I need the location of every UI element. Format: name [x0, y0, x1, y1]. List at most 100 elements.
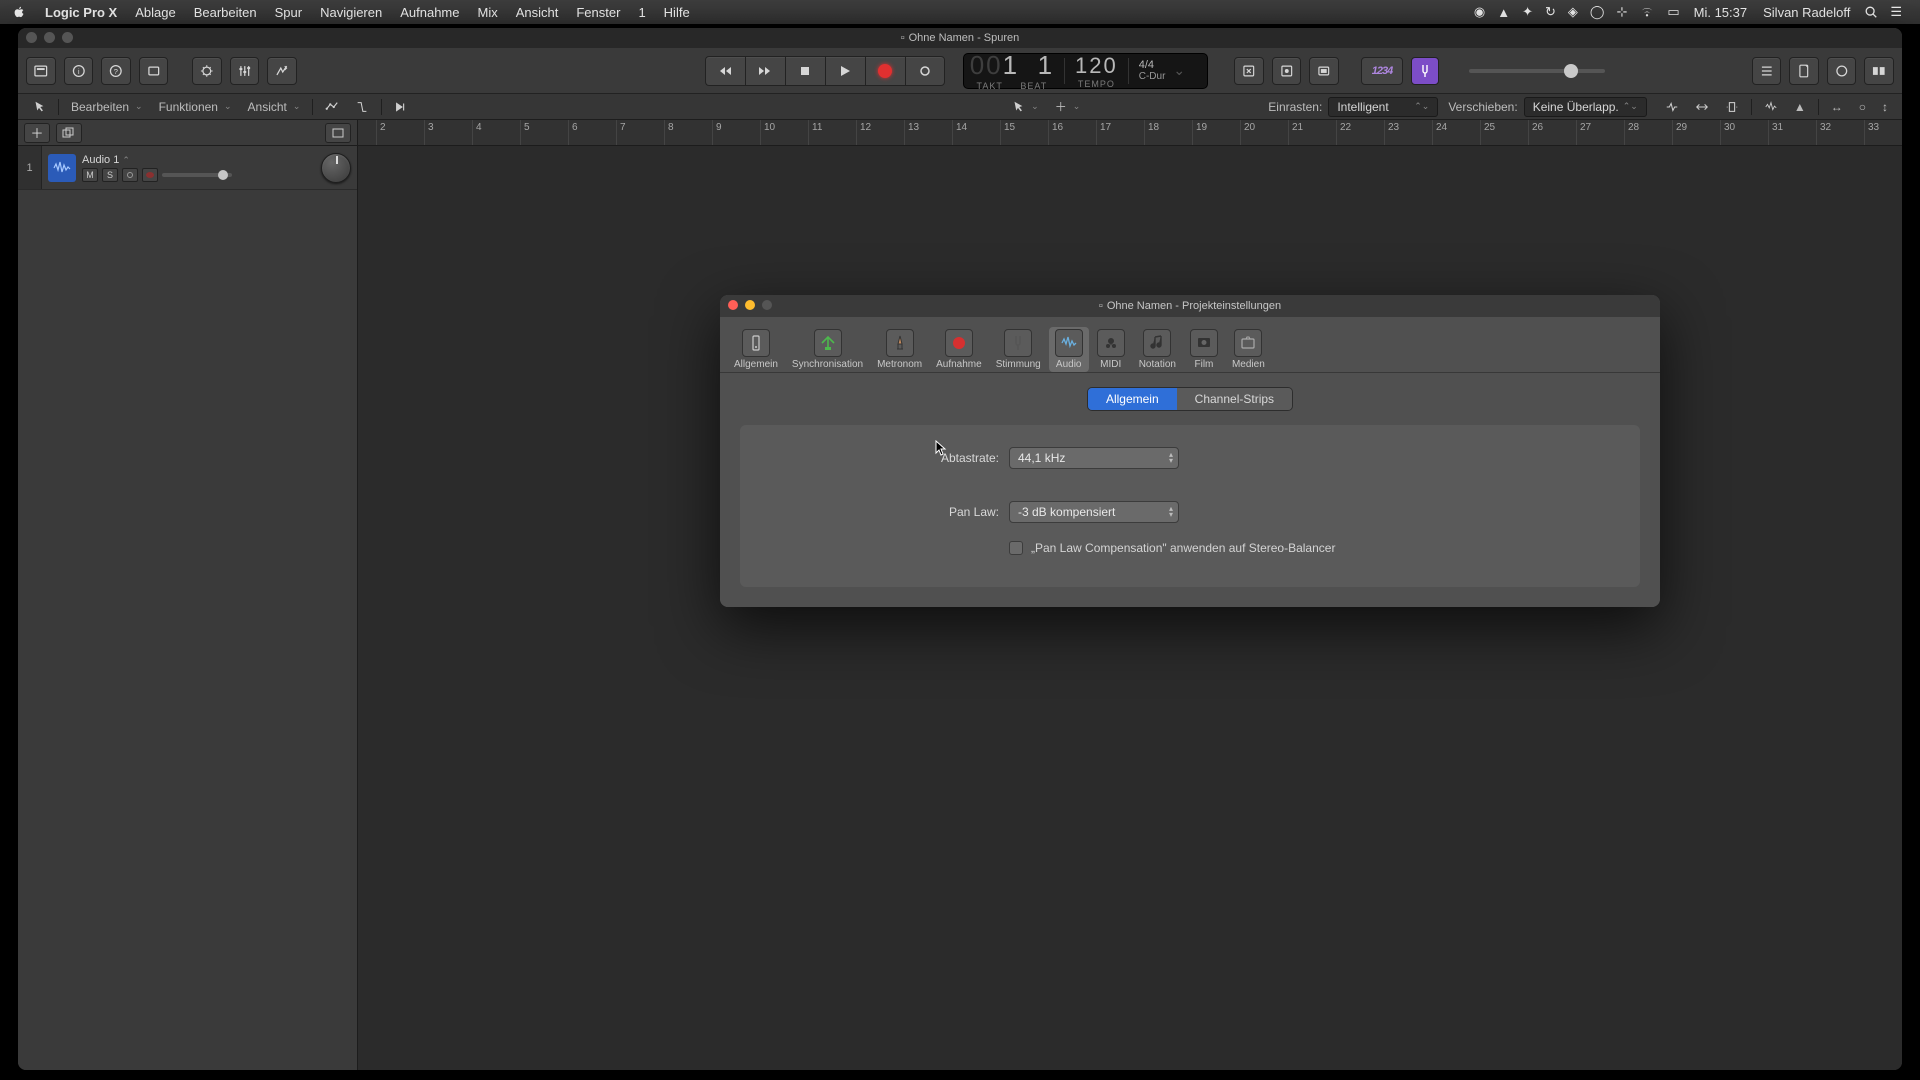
settings-tab-allgemein[interactable]: Allgemein: [728, 327, 784, 372]
bar-marker[interactable]: 7: [616, 120, 626, 145]
zoom-in-h-icon[interactable]: ↕: [1874, 97, 1896, 117]
track-number[interactable]: 1: [18, 146, 42, 189]
bar-marker[interactable]: 33: [1864, 120, 1879, 145]
menu-fenster[interactable]: Fenster: [567, 5, 629, 20]
record-enable-button[interactable]: [142, 168, 158, 182]
seg-channel-strips[interactable]: Channel-Strips: [1177, 388, 1292, 410]
bar-marker[interactable]: 25: [1480, 120, 1495, 145]
status-icon[interactable]: ◉: [1468, 4, 1491, 20]
track-type-icon[interactable]: [48, 154, 76, 182]
bar-marker[interactable]: 10: [760, 120, 775, 145]
bar-marker[interactable]: 18: [1144, 120, 1159, 145]
bar-marker[interactable]: 28: [1624, 120, 1639, 145]
status-icon[interactable]: ▲: [1491, 5, 1516, 20]
settings-tab-audio[interactable]: Audio: [1049, 327, 1089, 372]
toolbar-button[interactable]: [139, 57, 169, 85]
forward-button[interactable]: [745, 56, 785, 86]
bar-marker[interactable]: 14: [952, 120, 967, 145]
bar-marker[interactable]: 17: [1096, 120, 1111, 145]
vzoom-icon[interactable]: ▲: [1786, 97, 1814, 117]
menu-spur[interactable]: Spur: [266, 5, 311, 20]
modal-close-icon[interactable]: [728, 300, 738, 310]
pan-compensation-checkbox[interactable]: [1009, 541, 1023, 555]
automation-icon[interactable]: [317, 97, 347, 117]
zoom-horiz-icon[interactable]: [1687, 97, 1717, 117]
dropbox-icon[interactable]: ✦: [1516, 4, 1539, 20]
pan-knob[interactable]: [321, 153, 351, 183]
bar-marker[interactable]: 19: [1192, 120, 1207, 145]
bar-marker[interactable]: 22: [1336, 120, 1351, 145]
display-icon[interactable]: ▭: [1661, 4, 1685, 20]
list-editors-button[interactable]: [1752, 57, 1782, 85]
close-icon[interactable]: [26, 32, 37, 43]
tuning-fork-button[interactable]: [1411, 57, 1438, 85]
functions-menu[interactable]: Funktionen⌄: [151, 97, 240, 117]
chevron-icon[interactable]: ⌃: [122, 155, 130, 165]
menu-bearbeiten[interactable]: Bearbeiten: [185, 5, 266, 20]
bar-ruler[interactable]: 2345678910111213141516171819202122232425…: [358, 120, 1902, 146]
bar-marker[interactable]: 2: [376, 120, 386, 145]
bar-marker[interactable]: 3: [424, 120, 434, 145]
editors-button[interactable]: [267, 57, 297, 85]
menu-mix[interactable]: Mix: [469, 5, 507, 20]
bar-marker[interactable]: 24: [1432, 120, 1447, 145]
mute-button[interactable]: M: [82, 168, 98, 182]
bar-marker[interactable]: 8: [664, 120, 674, 145]
minimize-icon[interactable]: [44, 32, 55, 43]
bar-marker[interactable]: 4: [472, 120, 482, 145]
scrub-icon[interactable]: [1657, 97, 1687, 117]
apple-menu-icon[interactable]: [12, 5, 26, 19]
view-menu[interactable]: Ansicht⌄: [240, 97, 309, 117]
record-button[interactable]: [865, 56, 905, 86]
menu-navigieren[interactable]: Navigieren: [311, 5, 391, 20]
cycle-button[interactable]: [905, 56, 945, 86]
traffic-lights[interactable]: [26, 32, 73, 43]
status-icon[interactable]: ◯: [1584, 4, 1611, 20]
menu-icon[interactable]: ☰: [1884, 4, 1908, 20]
browsers-button[interactable]: [1864, 57, 1894, 85]
menu-ansicht[interactable]: Ansicht: [507, 5, 568, 20]
autopunch-button[interactable]: [1309, 57, 1339, 85]
bar-marker[interactable]: 30: [1720, 120, 1735, 145]
quickhelp-button[interactable]: ?: [101, 57, 131, 85]
beats-value[interactable]: 1: [1038, 50, 1054, 81]
settings-tab-notation[interactable]: Notation: [1133, 327, 1182, 372]
waveform-zoom-icon[interactable]: [1756, 97, 1786, 117]
tempo-value[interactable]: 120: [1075, 53, 1118, 79]
bar-marker[interactable]: 29: [1672, 120, 1687, 145]
bar-marker[interactable]: 11: [808, 120, 822, 145]
notepad-button[interactable]: [1789, 57, 1819, 85]
lcd-chevron-icon[interactable]: ⌄: [1171, 62, 1187, 79]
bar-marker[interactable]: 6: [568, 120, 578, 145]
drag-select[interactable]: Keine Überlapp.⌃⌄: [1524, 97, 1647, 117]
mixer-button[interactable]: [230, 57, 260, 85]
rewind-button[interactable]: [705, 56, 745, 86]
wifi-icon[interactable]: [1633, 6, 1661, 18]
duplicate-track-button[interactable]: [56, 123, 82, 143]
bar-marker[interactable]: 20: [1240, 120, 1255, 145]
play-button[interactable]: [825, 56, 865, 86]
menu-ablage[interactable]: Ablage: [126, 5, 184, 20]
status-icon[interactable]: ⊹: [1610, 4, 1633, 20]
app-name[interactable]: Logic Pro X: [36, 5, 126, 20]
bar-marker[interactable]: 26: [1528, 120, 1543, 145]
bar-marker[interactable]: 12: [856, 120, 871, 145]
settings-tab-film[interactable]: Film: [1184, 327, 1224, 372]
loops-button[interactable]: [1827, 57, 1857, 85]
zoom-out-h-icon[interactable]: ↔: [1823, 97, 1851, 117]
count-in-button[interactable]: 1234: [1361, 57, 1404, 85]
user-name[interactable]: Silvan Radeloff: [1755, 5, 1858, 20]
input-monitor-button[interactable]: [122, 168, 138, 182]
sample-rate-select[interactable]: 44,1 kHz ▴▾: [1009, 447, 1179, 469]
zoom-slider-icon[interactable]: ○: [1851, 97, 1874, 117]
settings-tab-metronom[interactable]: Metronom: [871, 327, 928, 372]
menu-hilfe[interactable]: Hilfe: [655, 5, 699, 20]
add-tool-icon[interactable]: ＋⌄: [1047, 97, 1089, 117]
lcd-display[interactable]: 001 1 TAKT BEAT 120 TEMPO 4/4 C-Dur ⌄: [963, 53, 1209, 89]
global-tracks-button[interactable]: [325, 123, 351, 143]
search-icon[interactable]: [1858, 5, 1884, 19]
stop-button[interactable]: [785, 56, 825, 86]
settings-tab-synchronisation[interactable]: Synchronisation: [786, 327, 869, 372]
bar-marker[interactable]: 15: [1000, 120, 1015, 145]
library-button[interactable]: [26, 57, 56, 85]
